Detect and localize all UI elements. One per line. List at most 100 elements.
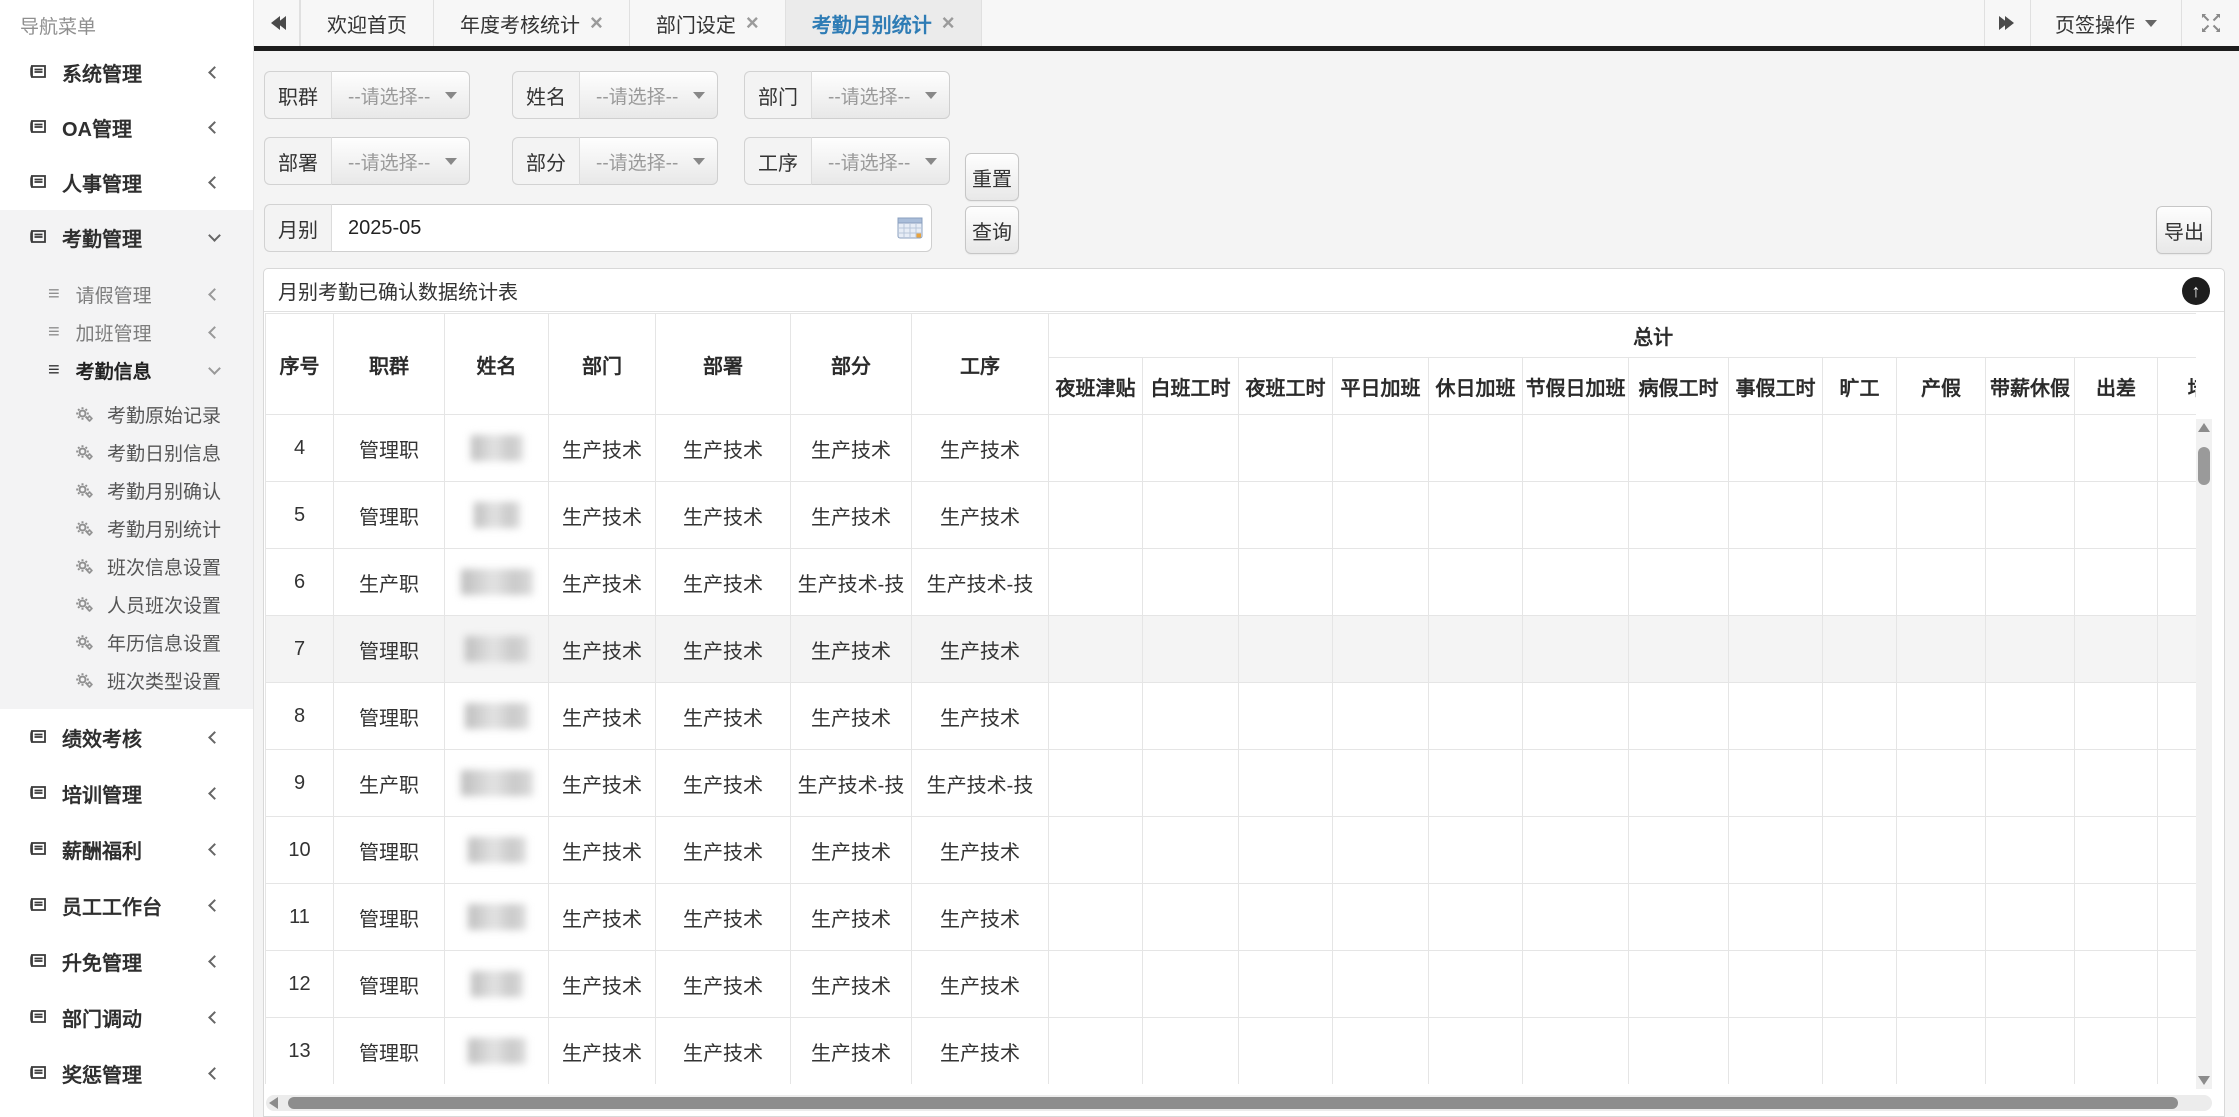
- stat-cell: [2075, 817, 2158, 884]
- horizontal-scrollbar[interactable]: [266, 1095, 2212, 1111]
- stat-column-header-7: 事假工时: [1729, 358, 1823, 415]
- sidebar-leaf-item-2[interactable]: 考勤月别确认: [0, 471, 253, 509]
- sidebar-leaf-item-7[interactable]: 班次类型设置: [0, 661, 253, 699]
- sidebar-leaf-item-4[interactable]: 班次信息设置: [0, 547, 253, 585]
- data-cell: 生产技术: [656, 415, 791, 482]
- data-panel: 月别考勤已确认数据统计表 ↑ 序号职群姓名部门部署部分工序总计夜班津贴白班工时夜…: [263, 268, 2225, 1117]
- scroll-up-icon[interactable]: [2198, 423, 2210, 432]
- table-row[interactable]: 6生产职生产技术生产技术生产技术-技生产技术-技: [266, 549, 2197, 616]
- calendar-icon[interactable]: [897, 216, 923, 246]
- month-input-wrap: [332, 204, 932, 252]
- sidebar-item-attendance[interactable]: 考勤管理: [0, 210, 253, 265]
- tab-operations-dropdown[interactable]: 页签操作: [2030, 0, 2181, 46]
- tab-0[interactable]: 欢迎首页: [300, 0, 434, 46]
- scroll-left-icon[interactable]: [269, 1097, 278, 1109]
- table-row[interactable]: 5管理职生产技术生产技术生产技术生产技术: [266, 482, 2197, 549]
- data-cell: 生产技术: [791, 817, 912, 884]
- content-area: 职群--请选择--姓名--请选择--部门--请选择-- 部署--请选择--部分-…: [254, 51, 2239, 1117]
- fullscreen-icon[interactable]: [2181, 0, 2239, 46]
- sidebar-leaf-item-0[interactable]: 考勤原始记录: [0, 395, 253, 433]
- sidebar-item-1[interactable]: OA管理: [0, 100, 253, 155]
- data-cell: 生产技术: [656, 884, 791, 951]
- tabs-scroll-right-button[interactable]: [1984, 0, 2030, 46]
- sidebar-subitem-label: 请假管理: [76, 281, 152, 308]
- sidebar-leaf-item-1[interactable]: 考勤日别信息: [0, 433, 253, 471]
- stat-cell: [1986, 549, 2075, 616]
- data-cell: 生产技术-技: [791, 750, 912, 817]
- table-row[interactable]: 10管理职生产技术生产技术生产技术生产技术: [266, 817, 2197, 884]
- sidebar-leaf-item-5[interactable]: 人员班次设置: [0, 585, 253, 623]
- data-cell: 生产技术: [549, 616, 656, 683]
- stat-cell: [1333, 884, 1429, 951]
- filter-select-1-0[interactable]: --请选择--: [332, 71, 470, 119]
- export-button[interactable]: 导出: [2156, 206, 2212, 254]
- sidebar-subitem-label: 加班管理: [76, 319, 152, 346]
- chevron-left-icon: [208, 899, 221, 912]
- data-cell: 生产技术: [656, 817, 791, 884]
- tab-1[interactable]: 年度考核统计×: [434, 0, 630, 46]
- table-row[interactable]: 4管理职生产技术生产技术生产技术生产技术: [266, 415, 2197, 482]
- gears-icon: [75, 520, 94, 537]
- stat-cell: [1239, 951, 1333, 1018]
- reset-button[interactable]: 重置: [965, 153, 1019, 201]
- stat-cell: [1523, 549, 1629, 616]
- sidebar-item-b5[interactable]: 部门调动: [0, 989, 253, 1045]
- sidebar-subitem-2[interactable]: ≡考勤信息: [0, 351, 253, 389]
- book-icon: [28, 119, 48, 136]
- stat-cell: [1986, 884, 2075, 951]
- collapse-up-icon[interactable]: ↑: [2182, 277, 2210, 305]
- stat-cell: [2075, 616, 2158, 683]
- table-row[interactable]: 13管理职生产技术生产技术生产技术生产技术: [266, 1018, 2197, 1085]
- tab-close-icon[interactable]: ×: [942, 12, 955, 34]
- filter-select-2-1[interactable]: --请选择--: [580, 137, 718, 185]
- sidebar-item-b4[interactable]: 升免管理: [0, 933, 253, 989]
- stat-cell: [1429, 616, 1523, 683]
- stat-cell: [1429, 415, 1523, 482]
- sidebar-item-b2[interactable]: 薪酬福利: [0, 821, 253, 877]
- tab-close-icon[interactable]: ×: [746, 12, 759, 34]
- filter-select-2-2[interactable]: --请选择--: [812, 137, 950, 185]
- sidebar-item-2[interactable]: 人事管理: [0, 155, 253, 210]
- data-cell: 生产技术: [656, 616, 791, 683]
- sidebar-leaf-item-3[interactable]: 考勤月别统计: [0, 509, 253, 547]
- scroll-down-icon[interactable]: [2198, 1076, 2210, 1085]
- sidebar-leaf-item-6[interactable]: 年历信息设置: [0, 623, 253, 661]
- filter-select-1-1[interactable]: --请选择--: [580, 71, 718, 119]
- tabs-scroll-left-button[interactable]: [254, 0, 300, 46]
- tab-3[interactable]: 考勤月别统计×: [786, 0, 982, 46]
- filter-select-2-0[interactable]: --请选择--: [332, 137, 470, 185]
- table-row[interactable]: 12管理职生产技术生产技术生产技术生产技术: [266, 951, 2197, 1018]
- data-cell: 生产技术: [549, 683, 656, 750]
- sidebar-item-0[interactable]: 系统管理: [0, 45, 253, 100]
- data-cell: 生产技术: [549, 549, 656, 616]
- table-row[interactable]: 9生产职生产技术生产技术生产技术-技生产技术-技: [266, 750, 2197, 817]
- sidebar-subitem-0[interactable]: ≡请假管理: [0, 275, 253, 313]
- data-cell: 生产职: [334, 549, 445, 616]
- sidebar-item-b1[interactable]: 培训管理: [0, 765, 253, 821]
- book-icon: [28, 897, 48, 914]
- sidebar-subitem-1[interactable]: ≡加班管理: [0, 313, 253, 351]
- query-button[interactable]: 查询: [965, 206, 1019, 254]
- stat-cell: [1523, 683, 1629, 750]
- table-row[interactable]: 8管理职生产技术生产技术生产技术生产技术: [266, 683, 2197, 750]
- sidebar-leaf-label: 考勤月别确认: [107, 477, 221, 504]
- horizontal-scroll-thumb[interactable]: [288, 1097, 2178, 1109]
- vertical-scrollbar[interactable]: [2196, 419, 2212, 1089]
- data-cell: 8: [266, 683, 334, 750]
- sidebar-item-b6[interactable]: 奖惩管理: [0, 1045, 253, 1101]
- data-cell: 生产技术: [791, 415, 912, 482]
- data-cell: 管理职: [334, 951, 445, 1018]
- sidebar-item-b3[interactable]: 员工工作台: [0, 877, 253, 933]
- stat-cell: [1823, 616, 1897, 683]
- table-row[interactable]: 11管理职生产技术生产技术生产技术生产技术: [266, 884, 2197, 951]
- tab-close-icon[interactable]: ×: [590, 12, 603, 34]
- stat-cell: [1897, 683, 1986, 750]
- stat-cell: [2158, 549, 2197, 616]
- stat-cell: [1049, 750, 1143, 817]
- table-row[interactable]: 7管理职生产技术生产技术生产技术生产技术: [266, 616, 2197, 683]
- tab-2[interactable]: 部门设定×: [630, 0, 786, 46]
- sidebar-item-b0[interactable]: 绩效考核: [0, 709, 253, 765]
- vertical-scroll-thumb[interactable]: [2198, 447, 2210, 485]
- month-input[interactable]: [348, 217, 868, 240]
- filter-select-1-2[interactable]: --请选择--: [812, 71, 950, 119]
